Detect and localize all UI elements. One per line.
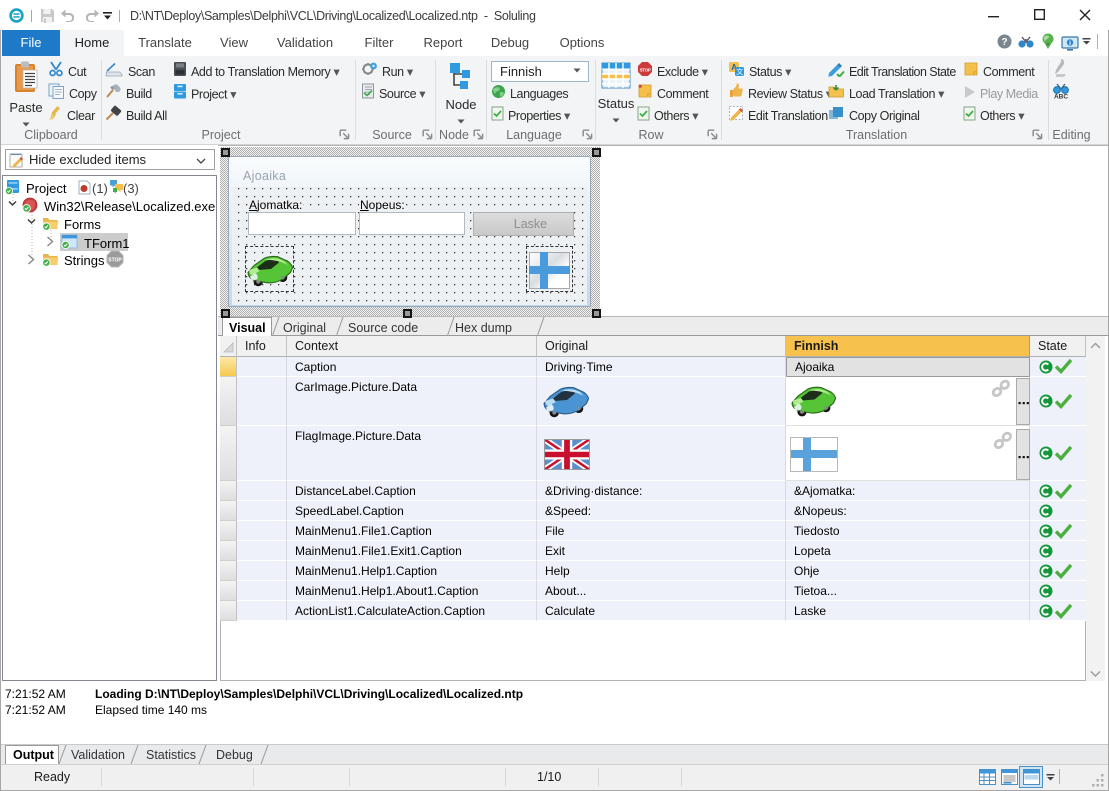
svg-text:STOP: STOP (108, 258, 122, 264)
svg-text:i: i (1069, 40, 1071, 47)
svg-text:文: 文 (736, 67, 743, 76)
svg-text:?: ? (1001, 37, 1007, 48)
svg-text:STOP: STOP (640, 68, 651, 73)
svg-text:ABC: ABC (1054, 94, 1068, 100)
